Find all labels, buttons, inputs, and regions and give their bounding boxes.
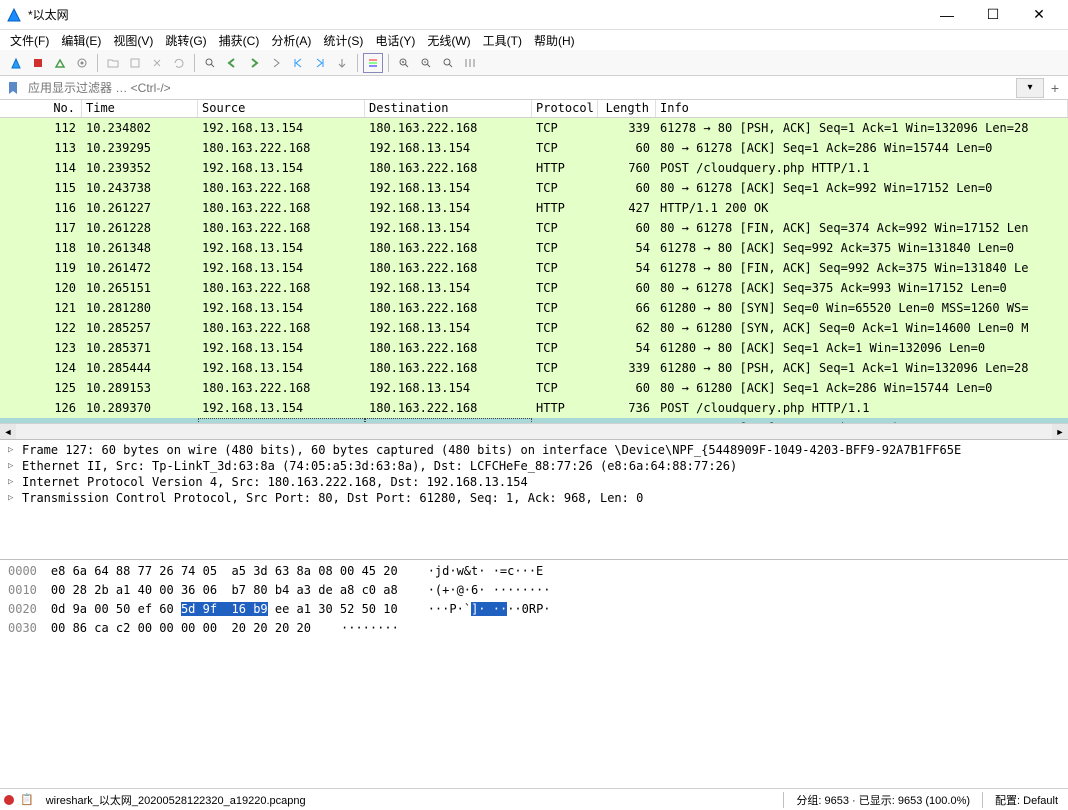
packet-row[interactable]: 12310.285371192.168.13.154180.163.222.16… <box>0 338 1068 358</box>
hex-row[interactable]: 00200d 9a 00 50 ef 60 5d 9f 16 b9 ee a1 … <box>8 600 1060 619</box>
packet-row[interactable]: 11710.261228180.163.222.168192.168.13.15… <box>0 218 1068 238</box>
titlebar: *以太网 — ☐ ✕ <box>0 0 1068 30</box>
detail-ip: ▷Internet Protocol Version 4, Src: 180.1… <box>0 474 1068 490</box>
packet-list-body[interactable]: 11210.234802192.168.13.154180.163.222.16… <box>0 118 1068 423</box>
go-forward-icon[interactable] <box>244 53 264 73</box>
menu-edit[interactable]: 编辑(E) <box>61 32 101 49</box>
hex-row[interactable]: 003000 86 ca c2 00 00 00 00 20 20 20 20·… <box>8 619 1060 638</box>
restart-capture-icon[interactable] <box>50 53 70 73</box>
window-title: *以太网 <box>28 6 924 23</box>
packet-list-pane: No. Time Source Destination Protocol Len… <box>0 100 1068 440</box>
packet-row[interactable]: 12410.285444192.168.13.154180.163.222.16… <box>0 358 1068 378</box>
menu-telephony[interactable]: 电话(Y) <box>375 32 415 49</box>
start-capture-icon[interactable] <box>6 53 26 73</box>
packet-row[interactable]: 12710.293079180.163.222.168192.168.13.15… <box>0 418 1068 423</box>
packet-row[interactable]: 11310.239295180.163.222.168192.168.13.15… <box>0 138 1068 158</box>
col-destination[interactable]: Destination <box>365 100 532 117</box>
menu-view[interactable]: 视图(V) <box>113 32 153 49</box>
hex-row[interactable]: 0000e8 6a 64 88 77 26 74 05 a5 3d 63 8a … <box>8 562 1060 581</box>
menu-file[interactable]: 文件(F) <box>10 32 49 49</box>
status-file: wireshark_以太网_20200528122320_a19220.pcap… <box>40 792 778 808</box>
colorize-icon[interactable] <box>363 53 383 73</box>
expand-icon[interactable]: ▷ <box>8 477 18 487</box>
packet-row[interactable]: 12010.265151180.163.222.168192.168.13.15… <box>0 278 1068 298</box>
scroll-left-icon[interactable]: ◄ <box>0 424 16 440</box>
packet-row[interactable]: 11910.261472192.168.13.154180.163.222.16… <box>0 258 1068 278</box>
col-length[interactable]: Length <box>598 100 656 117</box>
maximize-button[interactable]: ☐ <box>970 1 1016 29</box>
display-filter-input[interactable] <box>24 78 1014 98</box>
menu-capture[interactable]: 捕获(C) <box>219 32 260 49</box>
col-protocol[interactable]: Protocol <box>532 100 598 117</box>
open-file-icon[interactable] <box>103 53 123 73</box>
packet-row[interactable]: 11610.261227180.163.222.168192.168.13.15… <box>0 198 1068 218</box>
col-info[interactable]: Info <box>656 100 1068 117</box>
menu-statistics[interactable]: 统计(S) <box>323 32 363 49</box>
detail-tcp: ▷Transmission Control Protocol, Src Port… <box>0 490 1068 506</box>
menubar: 文件(F) 编辑(E) 视图(V) 跳转(G) 捕获(C) 分析(A) 统计(S… <box>0 30 1068 50</box>
filter-bar: ▾ + <box>0 76 1068 100</box>
close-file-icon[interactable] <box>147 53 167 73</box>
hex-row[interactable]: 001000 28 2b a1 40 00 36 06 b7 80 b4 a3 … <box>8 581 1060 600</box>
go-back-icon[interactable] <box>222 53 242 73</box>
add-filter-button[interactable]: + <box>1046 80 1064 96</box>
packet-row[interactable]: 12110.281280192.168.13.154180.163.222.16… <box>0 298 1068 318</box>
packet-row[interactable]: 11810.261348192.168.13.154180.163.222.16… <box>0 238 1068 258</box>
col-time[interactable]: Time <box>82 100 198 117</box>
detail-frame: ▷Frame 127: 60 bytes on wire (480 bits),… <box>0 442 1068 458</box>
app-icon <box>6 7 22 23</box>
status-packets: 分组: 9653 · 已显示: 9653 (100.0%) <box>790 792 976 808</box>
menu-analyze[interactable]: 分析(A) <box>271 32 311 49</box>
stop-capture-icon[interactable] <box>28 53 48 73</box>
expand-icon[interactable]: ▷ <box>8 445 18 455</box>
reload-icon[interactable] <box>169 53 189 73</box>
goto-last-icon[interactable] <box>310 53 330 73</box>
statusbar: 📋 wireshark_以太网_20200528122320_a19220.pc… <box>0 788 1068 810</box>
resize-columns-icon[interactable] <box>460 53 480 73</box>
packet-row[interactable]: 12210.285257180.163.222.168192.168.13.15… <box>0 318 1068 338</box>
menu-wireless[interactable]: 无线(W) <box>427 32 470 49</box>
col-source[interactable]: Source <box>198 100 365 117</box>
expert-info-icon[interactable] <box>4 795 14 805</box>
hex-dump-pane[interactable]: 0000e8 6a 64 88 77 26 74 05 a5 3d 63 8a … <box>0 560 1068 788</box>
minimize-button[interactable]: — <box>924 1 970 29</box>
expand-icon[interactable]: ▷ <box>8 461 18 471</box>
bookmark-icon[interactable] <box>4 79 22 97</box>
scroll-right-icon[interactable]: ► <box>1052 424 1068 440</box>
detail-ethernet: ▷Ethernet II, Src: Tp-LinkT_3d:63:8a (74… <box>0 458 1068 474</box>
packet-row[interactable]: 11410.239352192.168.13.154180.163.222.16… <box>0 158 1068 178</box>
status-profile[interactable]: 配置: Default <box>989 792 1064 808</box>
menu-go[interactable]: 跳转(G) <box>165 32 206 49</box>
window-controls: — ☐ ✕ <box>924 1 1062 29</box>
zoom-in-icon[interactable] <box>394 53 414 73</box>
expand-icon[interactable]: ▷ <box>8 493 18 503</box>
zoom-reset-icon[interactable] <box>438 53 458 73</box>
zoom-out-icon[interactable] <box>416 53 436 73</box>
menu-help[interactable]: 帮助(H) <box>534 32 575 49</box>
packet-row[interactable]: 12510.289153180.163.222.168192.168.13.15… <box>0 378 1068 398</box>
horizontal-scrollbar[interactable]: ◄ ► <box>0 423 1068 439</box>
toolbar <box>0 50 1068 76</box>
packet-row[interactable]: 11210.234802192.168.13.154180.163.222.16… <box>0 118 1068 138</box>
packet-list-header: No. Time Source Destination Protocol Len… <box>0 100 1068 118</box>
packet-row[interactable]: 12610.289370192.168.13.154180.163.222.16… <box>0 398 1068 418</box>
find-packet-icon[interactable] <box>200 53 220 73</box>
auto-scroll-icon[interactable] <box>332 53 352 73</box>
filter-expression-button[interactable]: ▾ <box>1016 78 1044 98</box>
packet-details-pane[interactable]: ▷Frame 127: 60 bytes on wire (480 bits),… <box>0 440 1068 560</box>
goto-packet-icon[interactable] <box>266 53 286 73</box>
close-button[interactable]: ✕ <box>1016 1 1062 29</box>
col-no[interactable]: No. <box>0 100 82 117</box>
save-file-icon[interactable] <box>125 53 145 73</box>
menu-tools[interactable]: 工具(T) <box>483 32 522 49</box>
goto-first-icon[interactable] <box>288 53 308 73</box>
capture-file-properties-icon[interactable]: 📋 <box>20 793 34 806</box>
capture-options-icon[interactable] <box>72 53 92 73</box>
packet-row[interactable]: 11510.243738180.163.222.168192.168.13.15… <box>0 178 1068 198</box>
